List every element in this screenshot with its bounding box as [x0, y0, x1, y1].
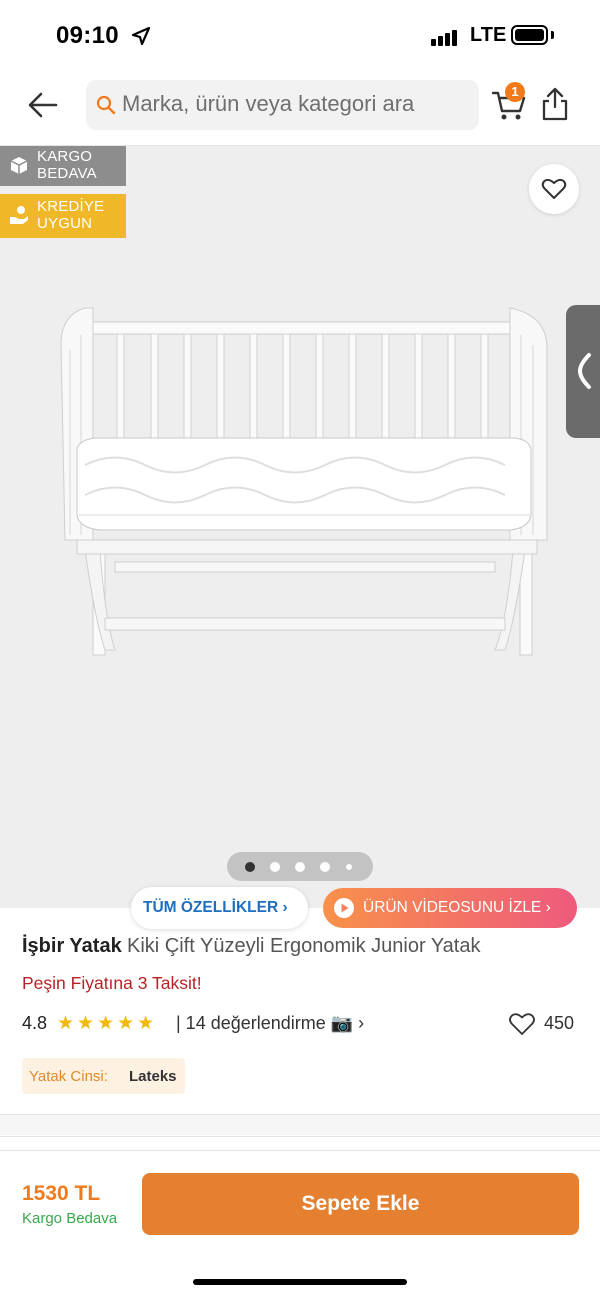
badge-line: KARGO: [37, 148, 93, 165]
favorite-count: 450: [544, 1013, 575, 1033]
page-dot-small[interactable]: [346, 864, 352, 870]
divider: [0, 1136, 600, 1137]
back-arrow-icon[interactable]: [22, 84, 64, 126]
badge-line: UYGUN: [37, 215, 93, 232]
rating-stars: ★★★★★: [57, 1013, 158, 1034]
chevron-left-icon: [577, 353, 591, 389]
badge-line: BEDAVA: [37, 165, 97, 182]
add-to-cart-button[interactable]: Sepete Ekle: [142, 1173, 579, 1235]
all-features-button[interactable]: TÜM ÖZELLİKLER ›: [131, 887, 308, 929]
battery-icon: [511, 25, 548, 45]
search-icon: [96, 95, 116, 115]
network-type: LTE: [470, 24, 507, 46]
rating-value: 4.8: [22, 1013, 48, 1033]
box-icon: [10, 157, 28, 174]
badge-line: KREDİYE: [37, 198, 105, 215]
free-shipping-label: Kargo Bedava: [22, 1210, 118, 1227]
search-placeholder: Marka, ürün veya kategori ara: [122, 91, 415, 116]
page-dot[interactable]: [295, 862, 305, 872]
signal-icon: [431, 28, 459, 46]
location-arrow-icon: [131, 26, 151, 46]
page-dot[interactable]: [320, 862, 330, 872]
home-indicator[interactable]: [193, 1279, 407, 1285]
heart-outline-icon[interactable]: [508, 1011, 536, 1037]
page-dot-active[interactable]: [245, 862, 255, 872]
watch-video-button[interactable]: ÜRÜN VİDEOSUNU İZLE ›: [323, 888, 577, 928]
product-name: Kiki Çift Yüzeyli Ergonomik Junior Yatak: [127, 935, 481, 957]
installment-text: Peşin Fiyatına 3 Taksit!: [22, 973, 202, 993]
section-gap: [0, 1115, 600, 1135]
attribute-label: Yatak Cinsi:: [29, 1068, 108, 1085]
play-icon: [334, 898, 354, 918]
favorite-button[interactable]: [529, 164, 579, 214]
attribute-value: Lateks: [129, 1068, 177, 1085]
divider: [0, 1150, 600, 1151]
battery-tip: [551, 31, 554, 39]
product-image[interactable]: [55, 300, 555, 680]
page-dot[interactable]: [270, 862, 280, 872]
hand-money-icon: [10, 206, 28, 224]
reviews-link[interactable]: | 14 değerlendirme 📷 ›: [176, 1013, 364, 1034]
cart-count-badge: 1: [505, 82, 525, 102]
heart-icon: [541, 178, 567, 199]
status-time: 09:10: [56, 22, 119, 49]
product-brand[interactable]: İşbir Yatak: [22, 935, 122, 958]
product-price: 1530 TL: [22, 1182, 101, 1205]
share-icon[interactable]: [540, 86, 570, 122]
